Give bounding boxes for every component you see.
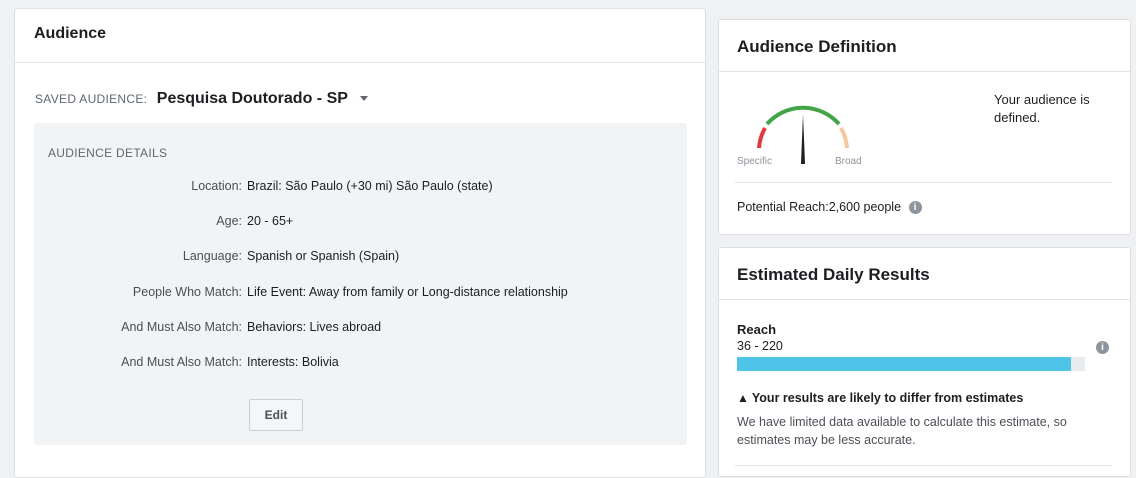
detail-value: Behaviors: Lives abroad bbox=[247, 320, 382, 334]
saved-audience-label: SAVED AUDIENCE: bbox=[35, 92, 148, 106]
saved-audience-selector[interactable]: SAVED AUDIENCE: Pesquisa Doutorado - SP bbox=[35, 90, 369, 108]
detail-key: People Who Match: bbox=[132, 285, 242, 299]
reach-bar bbox=[737, 357, 1085, 371]
detail-key: Language: bbox=[182, 249, 242, 263]
audience-status-text: Your audience is defined. bbox=[994, 92, 1090, 125]
audience-definition-panel: Audience Definition Specific Broad Your … bbox=[718, 19, 1131, 235]
reach-bar-fill bbox=[737, 357, 1072, 371]
detail-key: And Must Also Match: bbox=[121, 355, 242, 369]
info-icon[interactable]: i bbox=[1096, 341, 1109, 354]
detail-value: Spanish or Spanish (Spain) bbox=[247, 249, 400, 263]
reach-range: 36 - 220 bbox=[737, 339, 783, 353]
audience-details-title: AUDIENCE DETAILS bbox=[48, 146, 168, 160]
estimate-warning-title: ▲ Your results are likely to differ from … bbox=[737, 391, 1023, 405]
audience-size-gauge: Specific Broad bbox=[737, 105, 862, 167]
gauge-specific-label: Specific bbox=[737, 156, 772, 167]
edit-button[interactable]: Edit bbox=[249, 399, 303, 431]
audience-definition-title: Audience Definition bbox=[719, 20, 1130, 72]
potential-reach-label: Potential Reach: bbox=[737, 200, 829, 214]
warning-title-text: Your results are likely to differ from e… bbox=[751, 391, 1024, 405]
estimated-daily-results-panel: Estimated Daily Results Reach 36 - 220 i… bbox=[718, 247, 1131, 477]
gauge-broad-label: Broad bbox=[835, 156, 862, 167]
gauge-needle bbox=[801, 114, 805, 164]
dropdown-arrow-icon[interactable] bbox=[360, 96, 369, 102]
warning-icon: ▲ bbox=[737, 391, 749, 405]
detail-value: Interests: Bolivia bbox=[247, 355, 339, 369]
detail-key: Location: bbox=[191, 179, 242, 193]
gauge-specific-arc bbox=[757, 127, 767, 149]
potential-reach-value: 2,600 people bbox=[828, 200, 902, 214]
potential-reach: Potential Reach:2,600 people i bbox=[737, 200, 922, 215]
gauge-broad-arc bbox=[839, 127, 849, 149]
audience-panel-title: Audience bbox=[15, 9, 705, 63]
divider bbox=[735, 182, 1112, 183]
audience-panel: Audience SAVED AUDIENCE: Pesquisa Doutor… bbox=[14, 8, 706, 478]
detail-value: Brazil: São Paulo (+30 mi) São Paulo (st… bbox=[247, 179, 493, 193]
audience-details-box: AUDIENCE DETAILS Location: Brazil: São P… bbox=[34, 123, 687, 445]
info-icon[interactable]: i bbox=[908, 201, 922, 215]
estimate-warning-text: We have limited data available to calcul… bbox=[737, 415, 1067, 447]
estimated-results-title: Estimated Daily Results bbox=[719, 248, 1130, 300]
detail-key: Age: bbox=[216, 214, 242, 228]
saved-audience-name[interactable]: Pesquisa Doutorado - SP bbox=[157, 90, 348, 107]
detail-value: 20 - 65+ bbox=[247, 214, 294, 228]
detail-value: Life Event: Away from family or Long-dis… bbox=[247, 285, 568, 299]
detail-key: And Must Also Match: bbox=[121, 320, 242, 334]
reach-label: Reach bbox=[737, 322, 777, 337]
